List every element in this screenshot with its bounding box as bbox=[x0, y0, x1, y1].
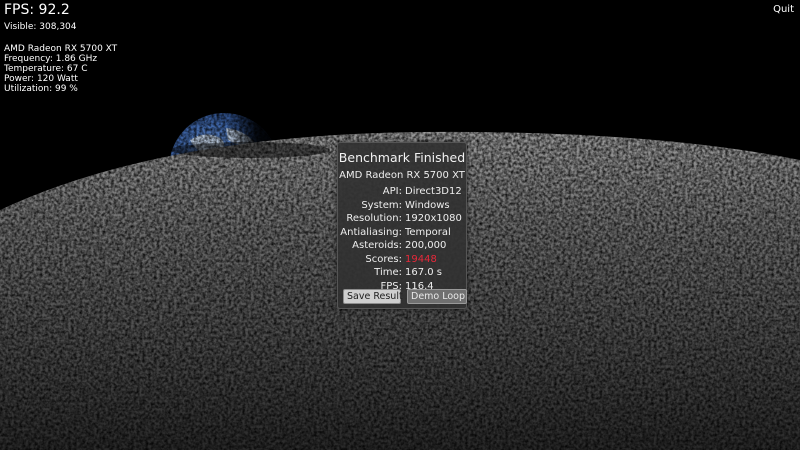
demo-loop-button[interactable]: Demo Loop bbox=[407, 289, 467, 304]
result-key: Resolution: bbox=[346, 213, 402, 225]
result-row-antialiasing: Antialiasing: Temporal bbox=[338, 226, 466, 240]
gpu-power: Power: 120 Watt bbox=[4, 74, 78, 85]
result-value: 1920x1080 bbox=[405, 213, 462, 225]
result-key: API: bbox=[382, 186, 402, 198]
result-row-asteroids: Asteroids: 200,000 bbox=[338, 239, 466, 253]
result-row-api: API: Direct3D12 bbox=[338, 185, 466, 199]
benchmark-results-dialog: Benchmark Finished AMD Radeon RX 5700 XT… bbox=[337, 142, 467, 309]
stats-overlay: FPS: 92.2 Visible: 308,304 AMD Radeon RX… bbox=[4, 3, 117, 94]
result-value: Direct3D12 bbox=[405, 186, 462, 198]
save-result-button[interactable]: Save Result bbox=[343, 289, 403, 304]
gpu-name: AMD Radeon RX 5700 XT bbox=[4, 44, 118, 54]
result-key: Time: bbox=[374, 267, 402, 279]
result-key: Scores: bbox=[365, 253, 402, 265]
result-row-scores: Scores: 19448 bbox=[338, 253, 466, 267]
result-row-time: Time: 167.0 s bbox=[338, 266, 466, 280]
result-row-system: System: Windows bbox=[338, 199, 466, 213]
fps-counter: FPS: 92.2 bbox=[4, 2, 70, 18]
result-value: 200,000 bbox=[405, 240, 447, 252]
result-value: 167.0 s bbox=[405, 267, 443, 279]
gpu-stats: AMD Radeon RX 5700 XT Frequency: 1.86 GH… bbox=[4, 44, 117, 94]
dialog-buttons: Save Result Demo Loop bbox=[343, 289, 467, 304]
result-value: Windows bbox=[405, 199, 450, 211]
gpu-frequency: Frequency: 1.86 GHz bbox=[4, 54, 98, 65]
score-value: 19448 bbox=[405, 253, 437, 265]
gpu-temperature: Temperature: 67 C bbox=[4, 64, 88, 75]
gpu-utilization: Utilization: 99 % bbox=[4, 84, 78, 95]
result-value: Temporal bbox=[405, 226, 451, 238]
result-key: Asteroids: bbox=[352, 240, 402, 252]
result-key: Antialiasing: bbox=[340, 226, 402, 238]
result-key: System: bbox=[361, 199, 402, 211]
results-list: API: Direct3D12 System: Windows Resoluti… bbox=[338, 185, 466, 293]
dialog-gpu-name: AMD Radeon RX 5700 XT bbox=[339, 170, 465, 181]
result-row-resolution: Resolution: 1920x1080 bbox=[338, 212, 466, 226]
quit-button[interactable]: Quit bbox=[773, 4, 794, 15]
dialog-title: Benchmark Finished bbox=[338, 150, 466, 165]
visible-count: Visible: 308,304 bbox=[4, 22, 77, 32]
